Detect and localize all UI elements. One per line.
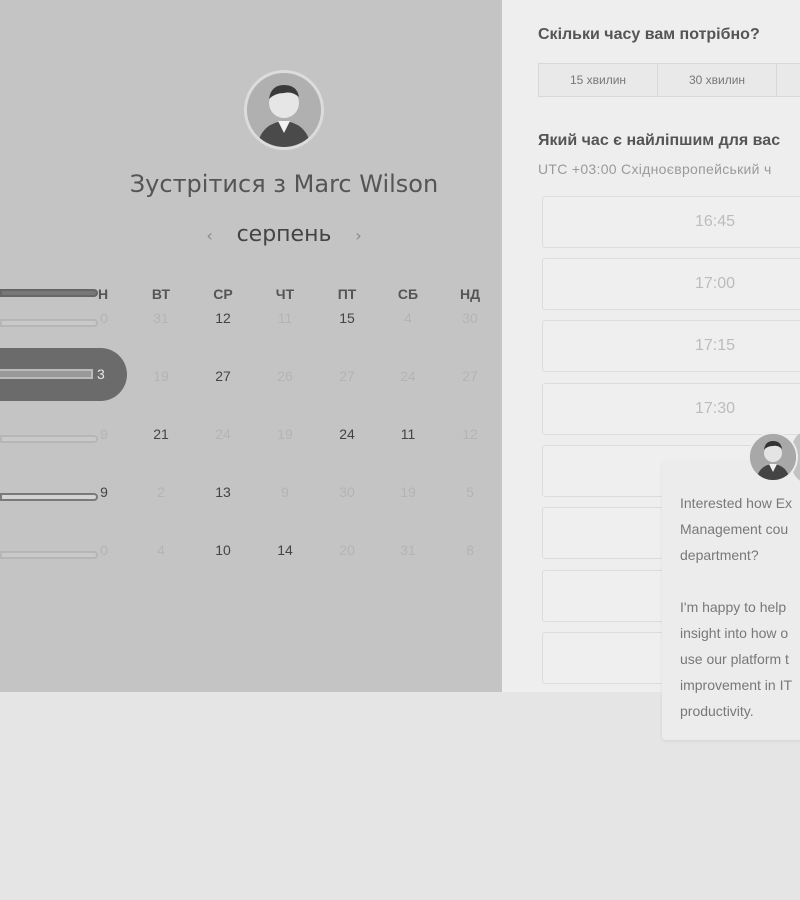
monday-header-bar <box>0 289 98 297</box>
time-slot-button[interactable]: 17:15 <box>542 320 800 372</box>
chat-line: use our platform t <box>680 651 789 667</box>
calendar-day: 19 <box>400 484 416 500</box>
chat-message: Interested how Ex Management cou departmen… <box>680 490 800 724</box>
calendar-day[interactable]: 9 <box>84 484 124 500</box>
selected-day-number: 3 <box>97 366 105 382</box>
chat-agent-avatar <box>748 432 798 482</box>
weekday-header-sat: СБ <box>397 286 419 302</box>
chat-line: Management cou <box>680 521 789 537</box>
calendar-day-available[interactable]: 13 <box>203 484 243 500</box>
calendar-day-available[interactable]: 27 <box>203 368 243 384</box>
host-avatar <box>244 70 324 150</box>
weekday-header-thu: ЧТ <box>275 286 295 302</box>
weekday-header-wed: СР <box>213 286 233 302</box>
weekday-header-sun: НД <box>459 286 481 302</box>
calendar-day: 30 <box>462 310 478 326</box>
calendar-day-available[interactable]: 11 <box>388 426 428 442</box>
calendar-day: 20 <box>339 542 355 558</box>
chat-line: Interested how Ex <box>680 495 793 511</box>
calendar-day: 31 <box>153 310 169 326</box>
calendar-day-available[interactable]: 24 <box>327 426 367 442</box>
selected-week-highlight[interactable]: 3 <box>0 348 127 401</box>
calendar-day-available[interactable]: 21 <box>141 426 181 442</box>
weekday-header-fri: ПТ <box>337 286 357 302</box>
duration-option-15[interactable]: 15 хвилин <box>539 64 658 96</box>
time-slot-button[interactable]: 17:30 <box>542 383 800 435</box>
calendar-day: 27 <box>339 368 355 384</box>
calendar-day: 31 <box>400 542 416 558</box>
time-slot-button[interactable]: 16:45 <box>542 196 800 248</box>
time-question: Який час є найліпшим для вас <box>538 132 781 149</box>
chat-line <box>680 568 800 594</box>
prev-month-icon[interactable]: ‹ <box>190 226 230 245</box>
calendar-day: 4 <box>404 310 412 326</box>
duration-option-more[interactable] <box>777 64 800 96</box>
duration-selector: 15 хвилин 30 хвилин <box>538 63 800 97</box>
calendar-day: 0 <box>100 542 108 558</box>
calendar-day: 9 <box>100 426 108 442</box>
calendar-day: 0 <box>100 310 108 326</box>
calendar-day: 11 <box>277 310 293 326</box>
calendar-day: 30 <box>339 484 355 500</box>
time-slot-label: 16:45 <box>694 213 736 230</box>
month-navigation: ‹ серпень › <box>0 222 568 247</box>
calendar-day: 19 <box>153 368 169 384</box>
calendar-day: 26 <box>277 368 293 384</box>
selected-week-bar <box>0 369 93 379</box>
current-month: серпень <box>236 222 332 247</box>
calendar-day: 24 <box>215 426 231 442</box>
time-slot-label: 17:00 <box>694 275 736 292</box>
time-slot-button[interactable]: 17:00 <box>542 258 800 310</box>
calendar-day: 5 <box>466 484 474 500</box>
weekday-header-tue: ВТ <box>151 286 171 302</box>
timezone-label[interactable]: UTC +03:00 Східноєвропейський ч <box>538 161 772 177</box>
duration-option-30[interactable]: 30 хвилин <box>658 64 777 96</box>
calendar-day: 9 <box>281 484 289 500</box>
calendar-day: 24 <box>400 368 416 384</box>
chat-line: department? <box>680 547 759 563</box>
host-calendar-panel: Зустрітися з Marc Wilson ‹ серпень › Н В… <box>0 0 502 692</box>
calendar-day-available[interactable]: 14 <box>265 542 305 558</box>
calendar-day-available[interactable]: 15 <box>327 310 367 326</box>
meet-title: Зустрітися з Marc Wilson <box>129 170 439 198</box>
calendar-day-available[interactable]: 12 <box>203 310 243 326</box>
chat-line: insight into how o <box>680 625 789 641</box>
calendar-day: 12 <box>462 426 478 442</box>
duration-question: Скільки часу вам потрібно? <box>538 26 760 43</box>
weekday-header-mon: Н <box>98 286 109 302</box>
calendar-day: 19 <box>277 426 293 442</box>
chat-line: improvement in IT <box>680 677 793 693</box>
calendar-day: 8 <box>466 542 474 558</box>
time-slot-label: 17:30 <box>694 400 736 417</box>
calendar-day-available[interactable]: 10 <box>203 542 243 558</box>
chat-line: productivity. <box>680 703 754 719</box>
next-month-icon[interactable]: › <box>338 226 378 245</box>
calendar-day: 2 <box>157 484 165 500</box>
calendar-day: 27 <box>462 368 478 384</box>
time-slot-label: 17:15 <box>694 337 736 354</box>
calendar-day: 4 <box>157 542 165 558</box>
chat-line: I'm happy to help <box>680 599 787 615</box>
